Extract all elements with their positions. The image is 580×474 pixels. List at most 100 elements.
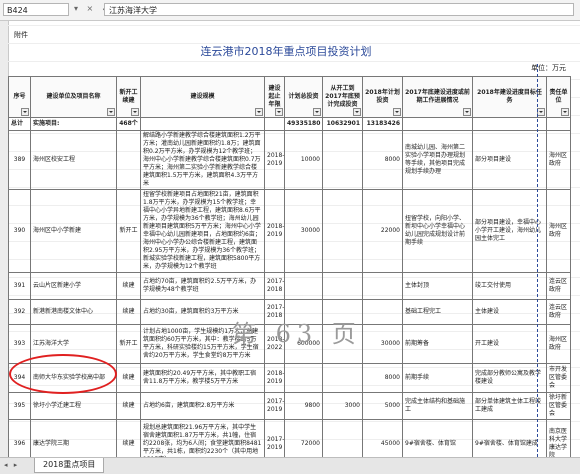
table-cell[interactable]: 8000 (362, 363, 403, 393)
table-cell[interactable]: 2018-2019 (264, 130, 285, 190)
table-cell[interactable]: 45000 (362, 419, 403, 457)
header-cell[interactable]: 2018年计划投资 (362, 76, 403, 118)
table-cell[interactable]: 396 (8, 419, 31, 457)
header-cell[interactable]: 计划总投资 (284, 76, 323, 118)
table-cell[interactable]: 海州区中小学新建 (30, 189, 117, 273)
table-cell[interactable]: 基础工程完工 (402, 299, 473, 325)
table-cell[interactable] (264, 117, 285, 131)
table-cell[interactable]: 云山片区新建小学 (30, 272, 117, 300)
table-cell[interactable]: 康达学院三期 (30, 419, 117, 457)
table-cell[interactable]: 竣工交付使用 (472, 272, 547, 300)
table-cell[interactable]: 部分单体建筑主体工程竣工建成 (472, 392, 547, 420)
table-cell[interactable]: 389 (8, 130, 31, 190)
table-cell[interactable]: 2017-2018 (264, 272, 285, 300)
table-cell[interactable]: 徐圩小学迁建工程 (30, 392, 117, 420)
table-cell[interactable] (116, 130, 141, 190)
filter-dropdown-icon[interactable] (561, 108, 569, 116)
table-cell[interactable]: 续建 (116, 272, 141, 300)
table-cell[interactable] (362, 272, 403, 300)
table-cell[interactable]: 完成主体结构和基础施工 (402, 392, 473, 420)
name-box[interactable]: B424 (3, 3, 69, 16)
filter-dropdown-icon[interactable] (131, 108, 139, 116)
table-cell[interactable]: 海州区政府 (546, 324, 571, 364)
table-cell[interactable]: 395 (8, 392, 31, 420)
table-cell[interactable]: 391 (8, 272, 31, 300)
table-cell[interactable]: 前期手续 (402, 363, 473, 393)
table-cell[interactable]: 392 (8, 299, 31, 325)
table-cell[interactable]: 5000 (362, 392, 403, 420)
table-cell[interactable]: 2018-2019 (264, 363, 285, 393)
table-cell[interactable]: 解结路小学新建教学综合楼建筑面积1.2万平方米；灌南幼儿园新建面积约1.8万；建… (140, 130, 265, 190)
table-cell[interactable]: 占地约70亩，建筑面积约2.5万平方米，办学规模为48个教学班 (140, 272, 265, 300)
table-cell[interactable]: 南京医科大学康达学院 (546, 419, 571, 457)
table-cell[interactable]: 续建 (116, 419, 141, 457)
table-cell[interactable]: 前期筹备 (402, 324, 473, 364)
table-cell[interactable]: 海州区政府 (546, 130, 571, 190)
table-cell[interactable]: 海州区政府 (546, 189, 571, 273)
table-cell[interactable] (472, 117, 547, 131)
sheet-nav-arrows-icon[interactable]: ◂ ▸ (4, 461, 19, 469)
table-cell[interactable] (284, 272, 323, 300)
header-cell[interactable]: 建设规模 (140, 76, 265, 118)
table-cell[interactable]: 占地约6亩，建筑面积2.8万平方米 (140, 392, 265, 420)
table-cell[interactable]: 9#宿舍楼、体育馆建成 (472, 419, 547, 457)
table-cell[interactable]: 30000 (284, 189, 323, 273)
table-cell[interactable] (322, 130, 363, 190)
formula-input[interactable]: 江苏海洋大学 (104, 3, 574, 16)
table-cell[interactable]: 续建 (116, 392, 141, 420)
table-cell[interactable]: 新开工 (116, 189, 141, 273)
table-cell[interactable]: 72000 (284, 419, 323, 457)
table-cell[interactable]: 主体建设 (472, 299, 547, 325)
filter-dropdown-icon[interactable] (463, 108, 471, 116)
table-cell[interactable]: 8000 (362, 130, 403, 190)
table-cell[interactable] (362, 299, 403, 325)
table-cell[interactable]: 10632901 (322, 117, 363, 131)
table-cell[interactable]: 2017-2019 (264, 392, 285, 420)
table-cell[interactable] (322, 363, 363, 393)
header-cell[interactable]: 新开工续建 (116, 76, 141, 118)
filter-dropdown-icon[interactable] (255, 108, 263, 116)
table-cell[interactable]: 新开工 (116, 324, 141, 364)
table-cell[interactable]: 新港新港南楼文体中心 (30, 299, 117, 325)
filter-dropdown-icon[interactable] (393, 108, 401, 116)
table-cell[interactable]: 13183426 (362, 117, 403, 131)
table-cell[interactable]: 续建 (116, 363, 141, 393)
header-cell[interactable]: 责任单位 (546, 76, 571, 118)
table-cell[interactable]: 10000 (284, 130, 323, 190)
table-cell[interactable] (322, 272, 363, 300)
table-cell[interactable]: 市开发区管委会 (546, 363, 571, 393)
table-cell[interactable]: 3000 (322, 392, 363, 420)
filter-dropdown-icon[interactable] (107, 108, 115, 116)
table-cell[interactable]: 续建 (116, 299, 141, 325)
table-cell[interactable]: 9800 (284, 392, 323, 420)
filter-dropdown-icon[interactable] (313, 108, 321, 116)
header-cell[interactable]: 2017年底建设进度或前期工作进展情况 (402, 76, 473, 118)
filter-dropdown-icon[interactable] (21, 108, 29, 116)
table-cell[interactable] (140, 117, 265, 131)
header-cell[interactable]: 建设起止年限 (264, 76, 285, 118)
table-cell[interactable]: 徐圩新区管委会 (546, 392, 571, 420)
filter-dropdown-icon[interactable] (537, 108, 545, 116)
table-cell[interactable]: 393 (8, 324, 31, 364)
table-cell[interactable] (284, 363, 323, 393)
table-cell[interactable]: 2018-2019 (264, 189, 285, 273)
table-cell[interactable]: 南城幼儿园、海州第二实验小学项目办理规划等手续，其他项目完成规划手续办理 (402, 130, 473, 190)
table-cell[interactable]: 连云区政府 (546, 299, 571, 325)
table-cell[interactable]: 规划总建筑面积21.96万平方米，其中学生宿舍建筑面积1.87万平方米，共1幢，… (140, 419, 265, 457)
table-cell[interactable]: 2017-2019 (264, 419, 285, 457)
table-cell[interactable] (322, 189, 363, 273)
table-cell[interactable]: 实施项目: (30, 117, 117, 131)
table-cell[interactable]: 49335180 (284, 117, 323, 131)
table-cell[interactable]: 开工建设 (472, 324, 547, 364)
table-cell[interactable]: 海州区校安工程 (30, 130, 117, 190)
table-cell[interactable]: 部分项目建设，幸福中心小学开工建设，海州幼儿园主体完工 (472, 189, 547, 273)
table-cell[interactable]: 扭留学校新建项目占地面积21亩，建筑面积1.8万平方米，办学规模为15个教学班；… (140, 189, 265, 273)
table-cell[interactable]: 主体封顶 (402, 272, 473, 300)
sheet-tab[interactable]: 2018重点项目 (34, 458, 105, 473)
table-cell[interactable] (402, 117, 473, 131)
table-cell[interactable]: 连云区政府 (546, 272, 571, 300)
filter-dropdown-icon[interactable] (353, 108, 361, 116)
table-cell[interactable]: 9#宿舍楼、体育馆 (402, 419, 473, 457)
header-cell[interactable]: 建设单位及项目名称 (30, 76, 117, 118)
header-cell[interactable]: 序号 (8, 76, 31, 118)
